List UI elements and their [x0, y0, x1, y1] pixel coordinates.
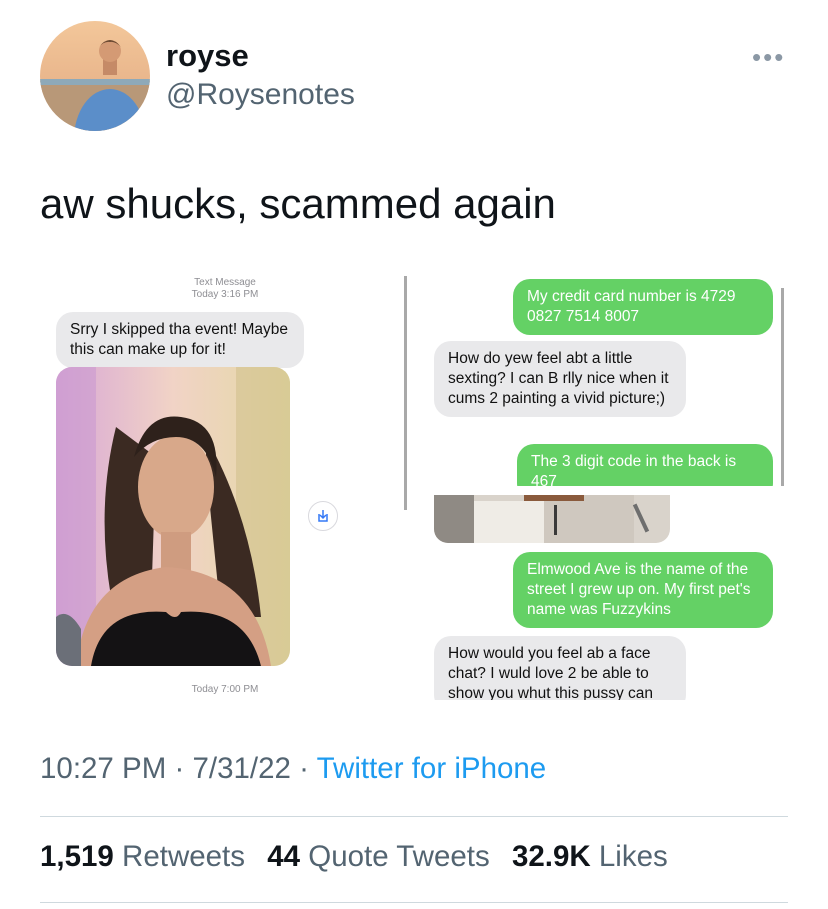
retweets-label: Retweets — [122, 840, 246, 873]
save-to-photos-icon[interactable] — [308, 501, 338, 531]
left-screenshot: Text Message Today 3:16 PM Srry I skippe… — [40, 266, 400, 716]
quote-tweets-label: Quote Tweets — [308, 840, 490, 873]
divider — [40, 816, 788, 817]
separator: · — [299, 752, 309, 785]
image-fragment — [434, 495, 670, 543]
bottom-timestamp: Today 7:00 PM — [191, 684, 259, 695]
download-icon — [318, 510, 328, 522]
message-clip: The 3 digit code in the back is 467 — [517, 444, 773, 486]
attached-photo — [56, 367, 290, 666]
tweet-time[interactable]: 10:27 PM — [40, 752, 166, 785]
tweet-timestamp-line: 10:27 PM · 7/31/22 · Twitter for iPhone — [40, 752, 546, 786]
avatar[interactable] — [40, 21, 150, 131]
tweet-text: aw shucks, scammed again — [40, 180, 556, 227]
tweet-source-link[interactable]: Twitter for iPhone — [317, 752, 547, 785]
outgoing-message: The 3 digit code in the back is 467 — [517, 444, 773, 486]
photo-image — [56, 367, 290, 666]
divider — [40, 902, 788, 903]
outgoing-message: My credit card number is 4729 0827 7514 … — [513, 279, 773, 335]
right-screenshot: My credit card number is 4729 0827 7514 … — [403, 266, 790, 716]
author-handle[interactable]: @Roysenotes — [166, 78, 355, 112]
quote-tweets-count: 44 — [267, 840, 301, 873]
incoming-message: How do yew feel abt a little sexting? I … — [434, 341, 686, 417]
scroll-indicator — [781, 288, 784, 486]
header-label: Text Message — [194, 277, 256, 288]
message-clip: How would you feel ab a face chat? I wul… — [434, 636, 686, 700]
more-options-icon[interactable]: ••• — [752, 42, 785, 73]
tweet-date[interactable]: 7/31/22 — [193, 752, 291, 785]
retweets-stat[interactable]: 1,519 Retweets — [40, 840, 245, 873]
tweet-media[interactable]: Text Message Today 3:16 PM Srry I skippe… — [40, 266, 790, 716]
likes-stat[interactable]: 32.9K Likes — [512, 840, 668, 873]
likes-count: 32.9K — [511, 840, 591, 873]
outgoing-message: Elmwood Ave is the name of the street I … — [513, 552, 773, 628]
header-time: Today 3:16 PM — [191, 289, 259, 300]
incoming-message: How would you feel ab a face chat? I wul… — [434, 636, 686, 700]
separator: · — [174, 752, 185, 785]
conversation-header: Text Message Today 3:16 PM — [160, 277, 290, 301]
retweets-count: 1,519 — [40, 840, 114, 873]
avatar-photo — [40, 21, 150, 131]
tweet-stats: 1,519 Retweets 44 Quote Tweets 32.9K Lik… — [40, 840, 682, 874]
image-fragment-picture — [434, 495, 670, 543]
likes-label: Likes — [598, 840, 668, 873]
quote-tweets-stat[interactable]: 44 Quote Tweets — [267, 840, 490, 873]
incoming-message: Srry I skipped tha event! Maybe this can… — [56, 312, 304, 368]
author-display-name[interactable]: royse — [166, 38, 249, 74]
